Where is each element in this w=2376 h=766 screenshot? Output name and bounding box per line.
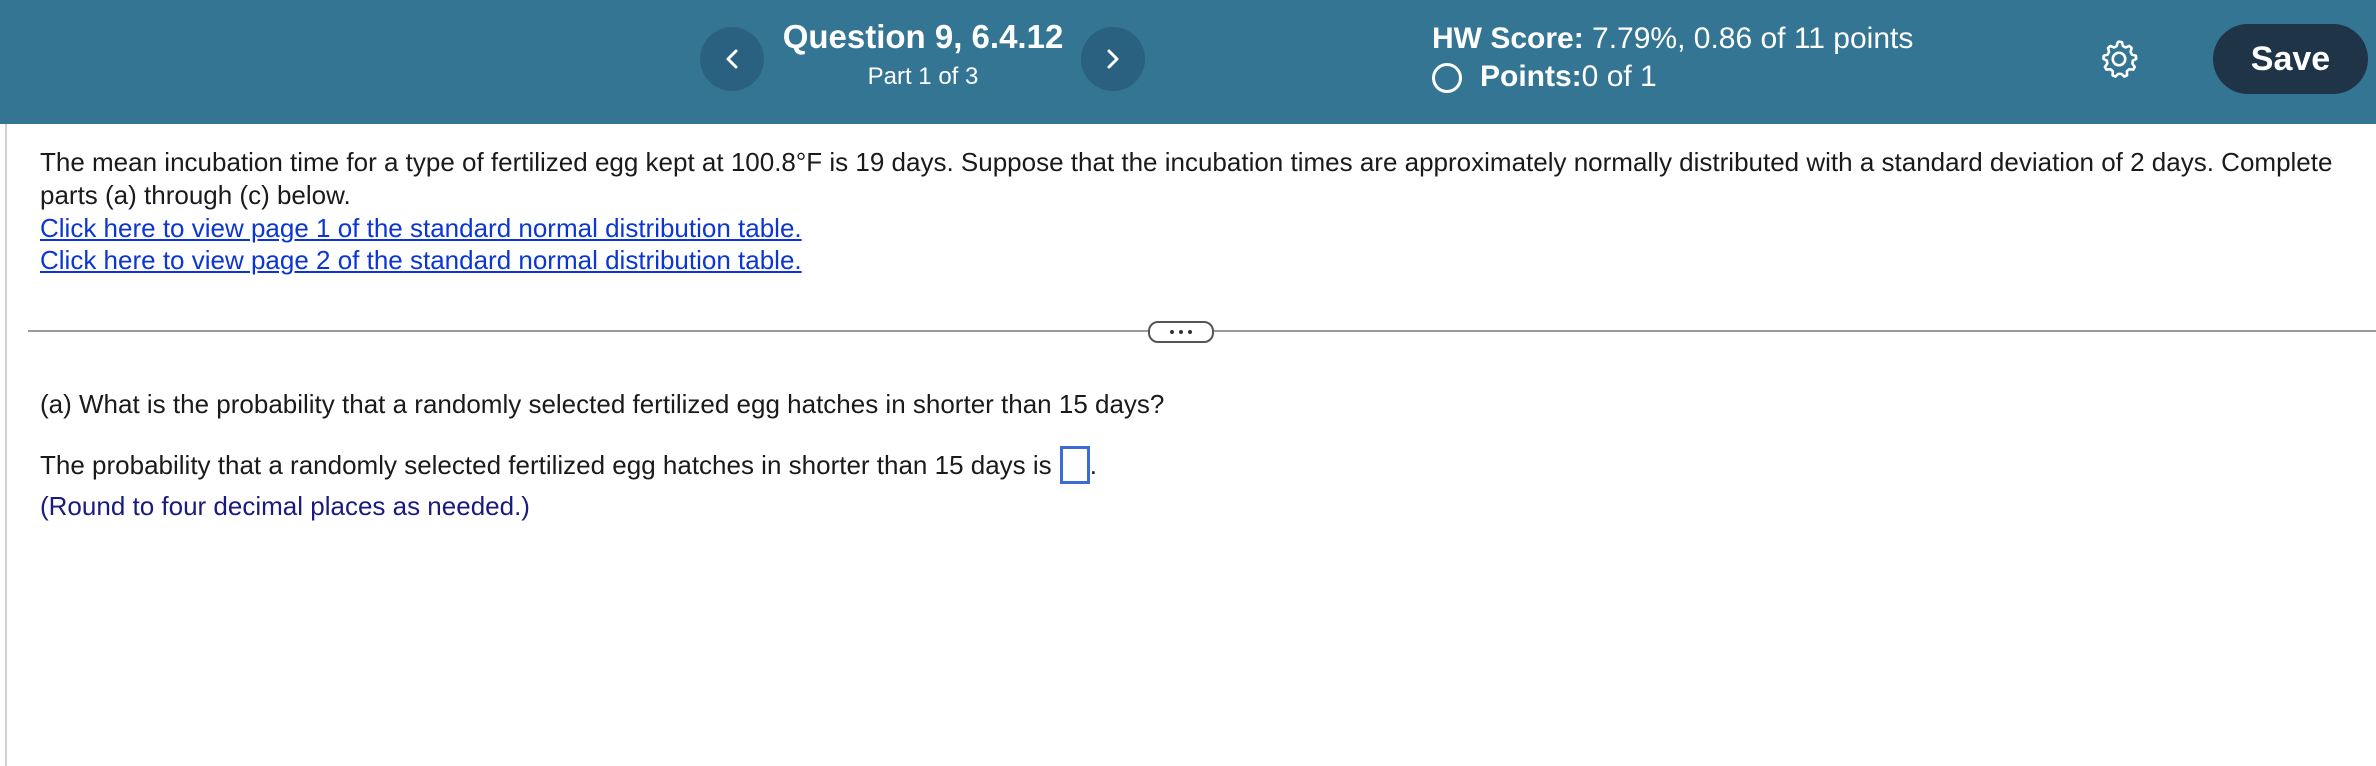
ellipsis-icon [1170,330,1174,334]
ellipsis-icon [1179,330,1183,334]
problem-statement: The mean incubation time for a type of f… [40,146,2360,276]
part-a-answer-line: The probability that a randomly selected… [40,446,1097,484]
hw-score: HW Score: 7.79%, 0.86 of 11 points [1432,22,1913,56]
points-status: Points: 0 of 1 [1432,60,1657,94]
hw-score-value: 7.79%, 0.86 of 11 points [1583,22,1914,55]
next-question-button[interactable] [1081,27,1145,91]
circle-outline-icon [1432,63,1462,93]
answer-suffix: . [1089,449,1097,480]
answer-prefix: The probability that a randomly selected… [40,449,1052,480]
rounding-hint: (Round to four decimal places as needed.… [40,491,530,521]
points-value: 0 of 1 [1581,60,1657,93]
save-button[interactable]: Save [2213,24,2368,94]
question-part: Part 1 of 3 [867,63,979,90]
gear-icon [2102,40,2138,78]
previous-question-button[interactable] [700,27,764,91]
ellipsis-icon [1188,330,1192,334]
answer-input[interactable] [1059,446,1090,484]
chevron-right-icon [1107,49,1119,69]
normal-table-page-1-link[interactable]: Click here to view page 1 of the standar… [40,212,802,244]
problem-intro: The mean incubation time for a type of f… [40,147,2333,210]
normal-table-page-2-link[interactable]: Click here to view page 2 of the standar… [40,244,802,276]
expand-toggle-button[interactable] [1148,321,1214,343]
settings-button[interactable] [2097,37,2141,81]
question-title: Question 9, 6.4.12 [782,18,1064,55]
hw-score-label: HW Score: [1432,22,1584,55]
points-label: Points: [1480,60,1582,93]
top-bar: Question 9, 6.4.12 Part 1 of 3 HW Score:… [0,0,2376,124]
part-a-question: (a) What is the probability that a rando… [40,389,1165,419]
chevron-left-icon [726,49,738,69]
left-border [5,124,7,766]
